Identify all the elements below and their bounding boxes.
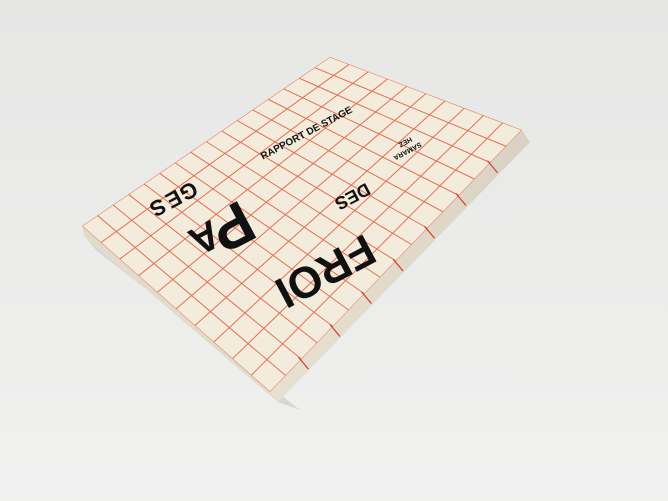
book-photo: RAPPORT DE STAGE SAMARA HEZ P A G E S FR… [0,0,668,501]
photo-scene: RAPPORT DE STAGE SAMARA HEZ P A G E S FR… [0,0,668,501]
